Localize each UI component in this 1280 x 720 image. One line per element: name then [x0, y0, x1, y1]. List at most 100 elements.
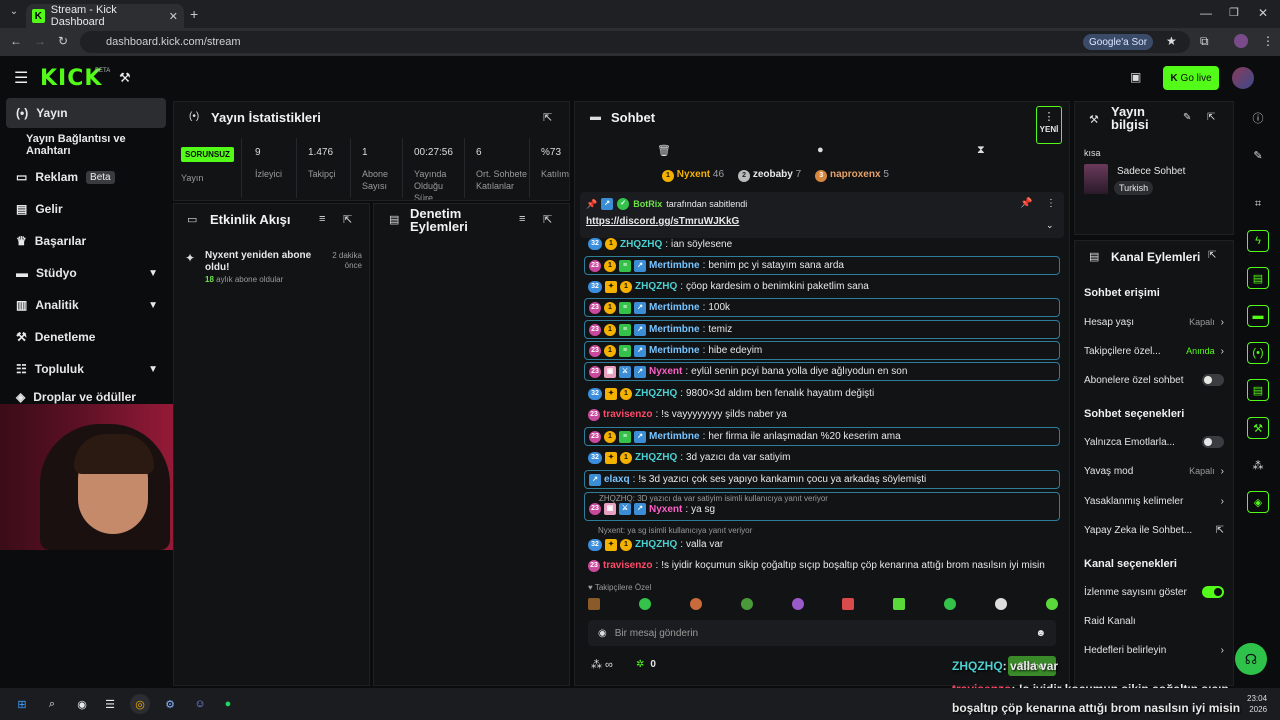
- extensions-icon[interactable]: ⧉: [1200, 34, 1209, 49]
- address-bar[interactable]: dashboard.kick.com/stream: [80, 31, 1190, 53]
- subscribers-only-row[interactable]: Abonelere özel sohbet: [1084, 371, 1224, 389]
- sidebar-item-studyo[interactable]: ▬ Stüdyo ▼: [6, 258, 166, 288]
- filter-icon[interactable]: ≡: [319, 213, 325, 225]
- taskbar-search-icon[interactable]: ⌕: [42, 694, 62, 714]
- sidebar-item-denetleme[interactable]: ⚒ Denetleme: [6, 322, 166, 352]
- category-name[interactable]: Sadece Sohbet: [1117, 166, 1185, 177]
- emote-icon[interactable]: [588, 598, 600, 610]
- raid-channel-row[interactable]: Raid Kanalı: [1084, 612, 1224, 630]
- chat-username[interactable]: Mertimbne: [649, 431, 700, 442]
- document-icon[interactable]: ▤: [1247, 267, 1269, 289]
- maximize-icon[interactable]: ❐: [1229, 6, 1239, 19]
- chrome-icon[interactable]: ◎: [130, 694, 150, 714]
- bookmark-star-icon[interactable]: ★: [1166, 34, 1177, 48]
- chat-username[interactable]: travisenzo: [603, 409, 652, 420]
- filter-icon[interactable]: ≡: [519, 213, 525, 225]
- tools-icon[interactable]: ⚒: [119, 70, 131, 86]
- lightning-icon[interactable]: ϟ: [1247, 230, 1269, 252]
- obs-icon[interactable]: ◉: [72, 694, 92, 714]
- chat-message[interactable]: 32 ✦ 1 ZHQZHQ: valla var: [584, 535, 1060, 554]
- popout-icon[interactable]: ⇱: [343, 213, 352, 226]
- pinned-menu-icon[interactable]: ⋮: [1046, 198, 1056, 209]
- profile-avatar[interactable]: [1234, 34, 1248, 48]
- emote-icon[interactable]: [995, 598, 1007, 610]
- emote-icon[interactable]: [791, 598, 804, 610]
- chat-reply-message[interactable]: ZHQZHQ: 3D yazıcı da var satiyim isimli …: [584, 492, 1060, 521]
- chat-toggle-icon[interactable]: ●: [817, 144, 824, 156]
- ai-chat-row[interactable]: Yapay Zeka ile Sohbet... ⇱: [1084, 521, 1224, 539]
- account-age-row[interactable]: Hesap yaşı Kapalı ›: [1084, 313, 1224, 331]
- emote-icon[interactable]: [842, 598, 855, 610]
- chat-username[interactable]: travisenzo: [603, 560, 652, 571]
- chat-username[interactable]: Mertimbne: [649, 345, 700, 356]
- info-icon[interactable]: ⓘ: [1247, 107, 1269, 129]
- edit-icon[interactable]: ✎: [1183, 112, 1191, 123]
- new-tab-icon[interactable]: +: [190, 6, 198, 22]
- chat-username[interactable]: Mertimbne: [649, 260, 700, 271]
- emote-icon[interactable]: [638, 598, 651, 610]
- chat-username[interactable]: ZHQZHQ: [635, 388, 677, 399]
- user-avatar[interactable]: [1232, 67, 1254, 89]
- wrench-rail-icon[interactable]: ⚒: [1247, 417, 1269, 439]
- go-live-button[interactable]: K Go live: [1163, 66, 1219, 90]
- chat-username[interactable]: Nyxent: [649, 504, 682, 515]
- pencil-icon[interactable]: ✎: [1247, 144, 1269, 166]
- window-close-icon[interactable]: ✕: [1258, 6, 1268, 20]
- google-ask-button[interactable]: Google'a Sor: [1083, 34, 1154, 50]
- sidebar-item-topluluk[interactable]: ☷ Topluluk ▼: [6, 354, 166, 384]
- camera-icon[interactable]: ▣: [1130, 70, 1141, 84]
- popout-icon[interactable]: ⇱: [543, 213, 552, 226]
- subscribers-only-toggle[interactable]: [1202, 374, 1224, 386]
- emote-icon[interactable]: [1045, 598, 1058, 610]
- chat-message[interactable]: ↗ elaxq: !s 3d yazıcı çok ses yapıyo kanka…: [584, 470, 1060, 489]
- chat-rail-icon[interactable]: ▬: [1247, 305, 1269, 327]
- chat-message[interactable]: 23 1 ≡ ↗ Mertimbne: benim pc yi satayım sana …: [584, 256, 1060, 275]
- tab-search-icon[interactable]: ⌄: [6, 6, 22, 22]
- forward-icon[interactable]: →: [34, 34, 46, 48]
- windows-start-icon[interactable]: ⊞: [12, 694, 32, 714]
- chat-username[interactable]: ZHQZHQ: [635, 281, 677, 292]
- trash-icon[interactable]: 🗑: [657, 144, 671, 157]
- unpin-icon[interactable]: 📌: [1020, 198, 1032, 209]
- sidebar-item-yayin[interactable]: (•) Yayın: [6, 98, 166, 128]
- chat-message[interactable]: 23 1 ≡ ↗ Mertimbne:100k: [584, 298, 1060, 317]
- emote-icon[interactable]: [944, 598, 957, 610]
- sidebar-item-basarilar[interactable]: ♛ Başarılar: [6, 226, 166, 256]
- emote-only-row[interactable]: Yalnızca Emotlarla...: [1084, 433, 1224, 451]
- chat-username[interactable]: ZHQZHQ: [635, 452, 677, 463]
- app-icon[interactable]: ☰: [100, 694, 120, 714]
- browser-tab[interactable]: K Stream - Kick Dashboard ✕: [26, 4, 184, 28]
- chat-message[interactable]: 23 1 ≡ ↗ Mertimbne: hibe edeyim: [584, 341, 1060, 360]
- sidebar-item-reklam[interactable]: ▭ Reklam Beta: [6, 162, 166, 192]
- tab-close-icon[interactable]: ✕: [169, 10, 178, 23]
- chat-menu-button[interactable]: ⋮ YENİ: [1036, 106, 1062, 144]
- discord-icon[interactable]: ☺: [190, 694, 210, 714]
- back-icon[interactable]: ←: [10, 34, 22, 48]
- chat-message[interactable]: 32 1 ZHQZHQ: ian söylesene: [584, 238, 1060, 250]
- support-headset-icon[interactable]: ☊: [1235, 643, 1267, 675]
- sidebar-item-droplar[interactable]: ◈ Droplar ve ödüller: [6, 390, 166, 404]
- hamburger-menu-icon[interactable]: ☰: [14, 68, 28, 88]
- set-goals-row[interactable]: Hedefleri belirleyin ›: [1084, 641, 1224, 659]
- emote-only-toggle[interactable]: [1202, 436, 1224, 448]
- community-rail-icon[interactable]: ⁂: [1247, 454, 1269, 476]
- minimize-icon[interactable]: —: [1200, 6, 1212, 20]
- emoji-icon[interactable]: ☻: [1035, 628, 1046, 639]
- chat-message[interactable]: 32 ✦ 1 ZHQZHQ: çöop kardesim o benimkini pak…: [584, 277, 1060, 296]
- sidebar-item-gelir[interactable]: ▤ Gelir: [6, 194, 166, 224]
- sidebar-item-analitik[interactable]: ▥ Analitik ▼: [6, 290, 166, 320]
- popout-icon[interactable]: ⇱: [543, 111, 552, 124]
- chat-message[interactable]: 23 travisenzo: !s iyidir koçumun sikip çoğ…: [584, 556, 1060, 575]
- chat-message[interactable]: 23 1 ≡ ↗ Mertimbne: temiz: [584, 320, 1060, 339]
- hourglass-icon[interactable]: ⧗: [977, 144, 985, 157]
- slow-mode-row[interactable]: Yavaş mod Kapalı ›: [1084, 462, 1224, 480]
- popout-icon[interactable]: ⇱: [1208, 250, 1216, 261]
- show-view-count-row[interactable]: İzlenme sayısını göster: [1084, 583, 1224, 601]
- emote-icon[interactable]: [689, 598, 702, 610]
- browser-menu-icon[interactable]: ⋮: [1262, 34, 1274, 48]
- sidebar-item-stream-key[interactable]: Yayın Bağlantısı ve Anahtarı: [6, 130, 166, 160]
- chat-message[interactable]: 23 1 ≡ ↗ Mertimbne: her firma ile anlaşmadan …: [584, 427, 1060, 446]
- reload-icon[interactable]: ↻: [58, 34, 68, 48]
- pinned-link[interactable]: https://discord.gg/sTmruWJKkG: [586, 216, 739, 227]
- expand-chevron-icon[interactable]: ⌄: [1046, 220, 1054, 231]
